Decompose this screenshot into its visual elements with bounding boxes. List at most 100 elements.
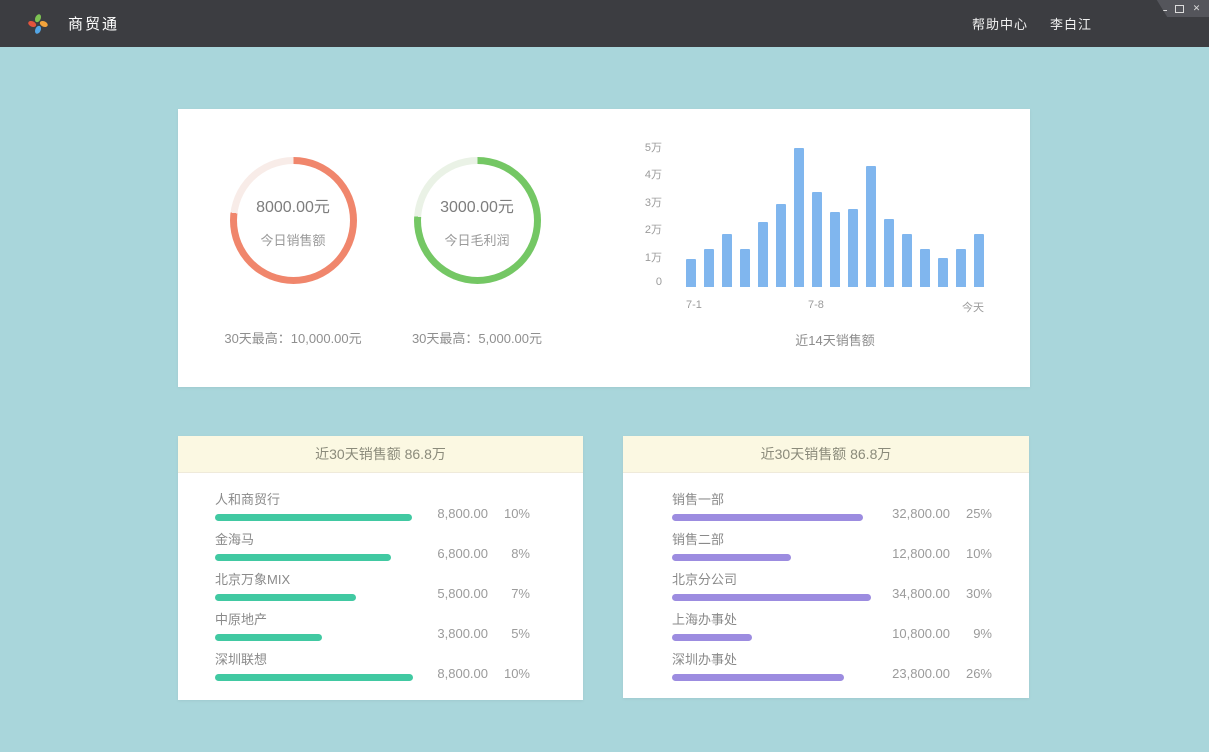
sales-bar: [740, 249, 750, 287]
rank-amount: 12,800.00: [884, 546, 950, 561]
rank-value: 10,800.00 9%: [884, 626, 992, 641]
rank-value: 32,800.00 25%: [884, 506, 992, 521]
rank-percent: 10%: [500, 666, 530, 681]
sales-bar: [956, 249, 966, 287]
customer-panel-title: 近30天销售额 86.8万: [178, 436, 583, 473]
rank-row: 深圳办事处23,800.0026%: [672, 652, 992, 681]
y-axis-tick: 2万: [626, 221, 662, 237]
rank-value: 23,800.00 26%: [884, 666, 992, 681]
today-sales-value: 8000.00元: [256, 193, 330, 217]
user-menu[interactable]: 李白江: [1050, 14, 1092, 33]
sales-bar: [902, 234, 912, 287]
sales-bar: [884, 219, 894, 287]
rank-amount: 34,800.00: [884, 586, 950, 601]
overview-card: 8000.00元 今日销售额 30天最高：10,000.00元 3000.00元…: [178, 109, 1030, 387]
window-controls: ✕: [1151, 0, 1209, 17]
rank-row: 金海马6,800.008%: [215, 532, 530, 561]
sales-bar: [758, 222, 768, 287]
rank-row: 北京万象MIX5,800.007%: [215, 572, 530, 601]
rank-row: 深圳联想8,800.0010%: [215, 652, 530, 681]
rank-value: 8,800.00 10%: [422, 506, 530, 521]
rank-percent: 8%: [500, 546, 530, 561]
rank-bar: [672, 674, 844, 681]
department-panel-title: 近30天销售额 86.8万: [623, 436, 1029, 473]
today-sales-gauge-ring: 8000.00元 今日销售额: [230, 157, 357, 284]
department-ranking-list: 销售一部32,800.0025%销售二部12,800.0010%北京分公司34,…: [623, 473, 1029, 681]
rank-row: 人和商贸行8,800.0010%: [215, 492, 530, 521]
close-button[interactable]: ✕: [1191, 3, 1202, 14]
customer-ranking-panel: 近30天销售额 86.8万 人和商贸行8,800.0010%金海马6,800.0…: [178, 436, 583, 700]
x-axis-label: 7-1: [686, 299, 702, 311]
maximize-button[interactable]: [1174, 3, 1185, 14]
brand: 商贸通: [26, 0, 119, 47]
x-axis-label: 7-8: [808, 299, 824, 311]
sales-bar: [794, 148, 804, 287]
rank-value: 3,800.00 5%: [422, 626, 530, 641]
rank-percent: 25%: [962, 506, 992, 521]
rank-row: 上海办事处10,800.009%: [672, 612, 992, 641]
today-profit-gauge-block: 3000.00元 今日毛利润 30天最高：5,000.00元: [382, 157, 572, 347]
rank-row: 中原地产3,800.005%: [215, 612, 530, 641]
today-profit-gauge-ring: 3000.00元 今日毛利润: [414, 157, 541, 284]
rank-amount: 32,800.00: [884, 506, 950, 521]
y-axis-tick: 4万: [626, 166, 662, 182]
rank-amount: 8,800.00: [422, 666, 488, 681]
rank-value: 5,800.007%: [422, 586, 530, 601]
sales-bar: [830, 212, 840, 287]
sales-bar: [920, 249, 930, 287]
y-axis-tick: 5万: [626, 139, 662, 155]
y-axis-tick: 1万: [626, 249, 662, 265]
sales-bar: [848, 209, 858, 287]
rank-bar: [672, 634, 752, 641]
minimize-button[interactable]: [1157, 3, 1168, 14]
sales-bar: [974, 234, 984, 287]
sales-bar: [776, 204, 786, 287]
department-ranking-panel: 近30天销售额 86.8万 销售一部32,800.0025%销售二部12,800…: [623, 436, 1029, 698]
rank-bar: [672, 594, 871, 601]
rank-bar: [215, 674, 413, 681]
rank-amount: 10,800.00: [884, 626, 950, 641]
customer-ranking-list: 人和商贸行8,800.0010%金海马6,800.008%北京万象MIX5,80…: [178, 473, 583, 681]
app-window: { "colors": { "page_bg": "#a9d6db", "tit…: [0, 0, 1209, 752]
today-sales-label: 今日销售额: [260, 230, 325, 249]
rank-amount: 8,800.00: [422, 506, 488, 521]
close-icon: ✕: [1193, 4, 1201, 13]
bar-chart-caption: 近14天销售额: [686, 330, 984, 349]
sales-bar: [812, 192, 822, 287]
rank-bar: [672, 554, 791, 561]
app-logo-icon: [26, 12, 50, 36]
rank-bar: [215, 554, 391, 561]
rank-amount: 3,800.00: [422, 626, 488, 641]
rank-percent: 30%: [962, 586, 992, 601]
rank-value: 6,800.008%: [422, 546, 530, 561]
rank-percent: 9%: [962, 626, 992, 641]
today-sales-gauge-block: 8000.00元 今日销售额 30天最高：10,000.00元: [198, 157, 388, 347]
today-sales-footnote: 30天最高：10,000.00元: [198, 328, 388, 347]
rank-bar: [215, 514, 412, 521]
minimize-icon: [1158, 10, 1167, 11]
rank-bar: [215, 594, 356, 601]
sales-bars: [686, 147, 984, 287]
rank-percent: 7%: [500, 586, 530, 601]
today-profit-label: 今日毛利润: [444, 230, 509, 249]
gauge-center: 8000.00元 今日销售额: [237, 164, 350, 277]
help-center-link[interactable]: 帮助中心: [972, 14, 1028, 33]
today-profit-footnote: 30天最高：5,000.00元: [382, 328, 572, 347]
rank-row: 北京分公司34,800.0030%: [672, 572, 992, 601]
today-profit-value: 3000.00元: [440, 193, 514, 217]
y-axis-tick: 0: [626, 276, 662, 288]
rank-percent: 10%: [962, 546, 992, 561]
sales-bar: [686, 259, 696, 287]
app-title: 商贸通: [68, 13, 119, 34]
y-axis-tick: 3万: [626, 194, 662, 210]
title-bar: 商贸通 帮助中心 李白江 ✕: [0, 0, 1209, 47]
sales-bar: [704, 249, 714, 287]
rank-row: 销售一部32,800.0025%: [672, 492, 992, 521]
rank-amount: 23,800.00: [884, 666, 950, 681]
rank-percent: 5%: [500, 626, 530, 641]
rank-value: 34,800.00 30%: [884, 586, 992, 601]
rank-percent: 10%: [500, 506, 530, 521]
rank-bar: [215, 634, 322, 641]
rank-row: 销售二部12,800.0010%: [672, 532, 992, 561]
rank-percent: 26%: [962, 666, 992, 681]
